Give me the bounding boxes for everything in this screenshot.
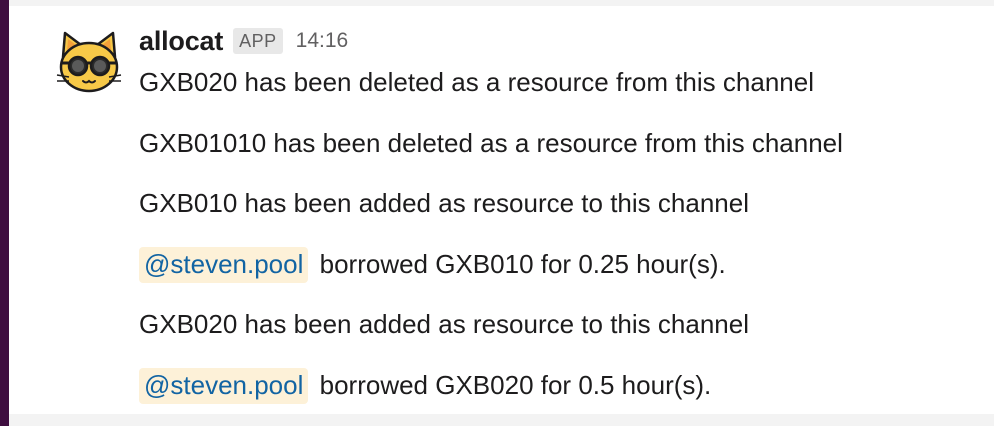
timestamp[interactable]: 14:16 <box>296 29 349 53</box>
message-line: GXB010 has been added as resource to thi… <box>139 185 749 221</box>
app-badge: APP <box>233 28 283 54</box>
message-line: GXB020 has been deleted as a resource fr… <box>139 64 814 100</box>
message-text: GXB020 has been deleted as a resource fr… <box>139 67 814 97</box>
message-line: GXB020 has been added as resource to thi… <box>139 306 749 342</box>
message-text: GXB01010 has been deleted as a resource … <box>139 128 843 158</box>
message-text: GXB020 has been added as resource to thi… <box>139 309 749 339</box>
user-mention[interactable]: @steven.pool <box>139 247 309 283</box>
sender-name[interactable]: allocat <box>139 26 223 57</box>
message-text: borrowed GXB020 for 0.5 hour(s). <box>319 370 712 400</box>
message-text: GXB010 has been added as resource to thi… <box>139 188 749 218</box>
avatar[interactable] <box>53 27 125 99</box>
user-mention[interactable]: @steven.pool <box>139 368 309 404</box>
message-line: GXB01010 has been deleted as a resource … <box>139 125 843 161</box>
sidebar-edge <box>0 0 9 426</box>
message-header: allocat APP 14:16 <box>139 24 348 58</box>
next-message-divider <box>9 414 994 426</box>
message-text: borrowed GXB010 for 0.25 hour(s). <box>319 249 726 279</box>
message-line: @steven.pool borrowed GXB020 for 0.5 hou… <box>139 367 712 404</box>
message-item[interactable]: allocat APP 14:16 GXB020 has been delete… <box>9 6 994 414</box>
cat-with-sunglasses-icon <box>56 31 122 93</box>
message-line: @steven.pool borrowed GXB010 for 0.25 ho… <box>139 246 726 283</box>
